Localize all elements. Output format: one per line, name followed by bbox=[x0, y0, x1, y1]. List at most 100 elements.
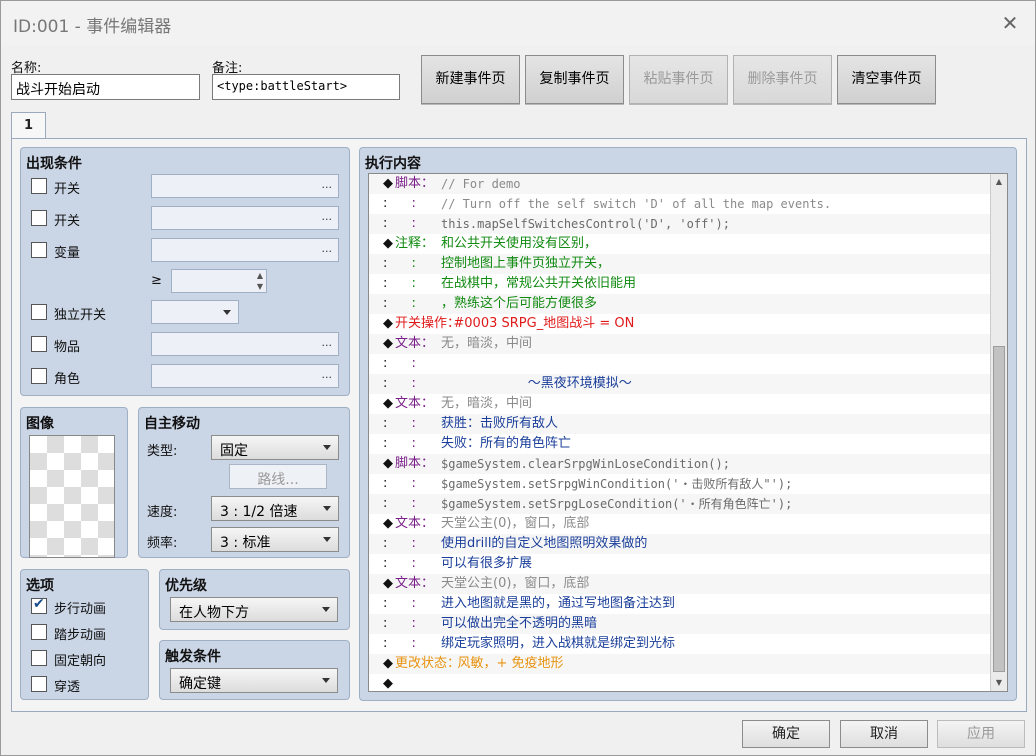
scroll-thumb[interactable] bbox=[993, 346, 1005, 672]
move-speed-dropdown[interactable]: 3 : 1/2 倍速 bbox=[211, 496, 339, 521]
command-line[interactable]: ◆ 文本： 天堂公主(0)，窗口，底部 bbox=[369, 514, 991, 534]
note-input[interactable]: <type:battleStart> bbox=[212, 74, 400, 100]
command-scrollbar[interactable]: ▲ ▼ bbox=[990, 174, 1007, 691]
continuation-marker: : bbox=[383, 476, 388, 491]
command-name: 脚本： bbox=[395, 176, 435, 191]
command-list[interactable]: ◆ 脚本：// For demo: :// Turn off the self s… bbox=[368, 173, 1008, 692]
variable-checkbox[interactable] bbox=[31, 242, 47, 258]
self-switch-checkbox[interactable] bbox=[31, 304, 47, 320]
scroll-down-icon[interactable]: ▼ bbox=[991, 675, 1007, 691]
diamond-icon: ◆ bbox=[383, 516, 393, 531]
command-line[interactable]: : : 可以有很多扩展 bbox=[369, 554, 991, 574]
copy-page-button[interactable]: 复制事件页 bbox=[525, 55, 624, 104]
name-input[interactable]: 战斗开始启动 bbox=[11, 74, 200, 100]
command-line[interactable]: ◆ 脚本： // For demo bbox=[369, 174, 991, 194]
command-line[interactable]: : : 在战棋中，常规公共开关依旧能用 bbox=[369, 274, 991, 294]
diamond-icon: ◆ bbox=[383, 576, 393, 591]
stepping-anim-label: 踏步动画 bbox=[54, 628, 107, 643]
variable-value-stepper[interactable]: ▲ ▼ bbox=[171, 269, 267, 293]
command-line[interactable]: ◆ bbox=[369, 674, 991, 691]
options-title: 选项 bbox=[26, 578, 54, 594]
chevron-down-icon bbox=[323, 506, 331, 511]
command-params: $gameSystem.setSrpgLoseCondition('・所有角色阵… bbox=[441, 497, 793, 511]
command-line[interactable]: : : // Turn off the self switch 'D' of al… bbox=[369, 194, 991, 214]
new-page-button[interactable]: 新建事件页 bbox=[421, 55, 520, 104]
command-name: : bbox=[395, 416, 416, 431]
self-switch-select[interactable] bbox=[151, 300, 239, 324]
command-params: // Turn off the self switch 'D' of all t… bbox=[441, 197, 832, 211]
command-params: 天堂公主(0)，窗口，底部 bbox=[441, 516, 590, 531]
command-params: this.mapSelfSwitchesControl('D', 'off'); bbox=[441, 217, 730, 231]
command-line[interactable]: : : 失败：所有的角色阵亡 bbox=[369, 434, 991, 454]
diamond-icon: ◆ bbox=[383, 236, 393, 251]
command-line[interactable]: : : ～黑夜环境模拟～ bbox=[369, 374, 991, 394]
switch1-checkbox[interactable] bbox=[31, 178, 47, 194]
ok-button[interactable]: 确定 bbox=[742, 720, 830, 748]
title-bar: ID:001 - 事件编辑器 ✕ bbox=[1, 1, 1035, 45]
clear-page-button[interactable]: 清空事件页 bbox=[837, 55, 936, 104]
walking-anim-checkbox[interactable]: ✔ bbox=[31, 596, 47, 614]
command-line[interactable]: : : 进入地图就是黑的，通过写地图备注达到 bbox=[369, 594, 991, 614]
command-name: : bbox=[395, 276, 416, 291]
diamond-icon: ◆ bbox=[383, 336, 393, 351]
switch2-select[interactable]: ... bbox=[151, 206, 339, 230]
diamond-icon: ◆ bbox=[383, 396, 393, 411]
route-button[interactable]: 路线... bbox=[229, 464, 327, 489]
stepping-anim-checkbox[interactable] bbox=[31, 624, 47, 640]
command-line[interactable]: : : 使用drill的自定义地图照明效果做的 bbox=[369, 534, 991, 554]
item-select[interactable]: ... bbox=[151, 332, 339, 356]
continuation-marker: : bbox=[383, 636, 388, 651]
continuation-marker: : bbox=[383, 416, 388, 431]
switch1-select[interactable]: ... bbox=[151, 174, 339, 198]
command-name: : bbox=[395, 376, 416, 391]
move-freq-dropdown[interactable]: 3 : 标准 bbox=[211, 527, 339, 552]
delete-page-button[interactable]: 删除事件页 bbox=[733, 55, 832, 104]
gte-label: ≥ bbox=[151, 273, 162, 288]
command-line[interactable]: : : ，熟练这个后可能方便很多 bbox=[369, 294, 991, 314]
walking-anim-label: 步行动画 bbox=[54, 602, 107, 617]
command-line[interactable]: : : bbox=[369, 354, 991, 374]
apply-button[interactable]: 应用 bbox=[937, 720, 1025, 748]
through-checkbox[interactable] bbox=[31, 676, 47, 692]
command-line[interactable]: ◆ 更改状态： 风敏，+ 免疫地形 bbox=[369, 654, 991, 674]
command-line[interactable]: ◆ 文本： 天堂公主(0)，窗口，底部 bbox=[369, 574, 991, 594]
command-params: 天堂公主(0)，窗口，底部 bbox=[441, 576, 590, 591]
continuation-marker: : bbox=[383, 616, 388, 631]
command-line[interactable]: ◆ 开关操作： #0003 SRPG_地图战斗 = ON bbox=[369, 314, 991, 334]
trigger-dropdown[interactable]: 确定键 bbox=[170, 668, 338, 693]
cancel-button[interactable]: 取消 bbox=[840, 720, 928, 748]
priority-value: 在人物下方 bbox=[179, 605, 249, 621]
actor-select[interactable]: ... bbox=[151, 364, 339, 388]
move-type-dropdown[interactable]: 固定 bbox=[211, 435, 339, 460]
command-line[interactable]: : : 获胜：击败所有敌人 bbox=[369, 414, 991, 434]
check-icon: ✔ bbox=[33, 596, 45, 612]
command-line[interactable]: ◆ 文本： 无，暗淡，中间 bbox=[369, 334, 991, 354]
close-icon[interactable]: ✕ bbox=[995, 9, 1025, 37]
actor-label: 角色 bbox=[54, 372, 81, 387]
diamond-icon: ◆ bbox=[383, 316, 393, 331]
image-preview[interactable] bbox=[29, 435, 115, 558]
command-line[interactable]: : : this.mapSelfSwitchesControl('D', 'off… bbox=[369, 214, 991, 234]
continuation-marker: : bbox=[383, 276, 388, 291]
switch2-checkbox[interactable] bbox=[31, 210, 47, 226]
scroll-up-icon[interactable]: ▲ bbox=[991, 174, 1007, 190]
command-name: : bbox=[395, 476, 416, 491]
command-line[interactable]: : : 绑定玩家照明，进入战棋就是绑定到光标 bbox=[369, 634, 991, 654]
direction-fix-checkbox[interactable] bbox=[31, 650, 47, 666]
command-line[interactable]: ◆ 脚本： $gameSystem.clearSrpgWinLoseConditio… bbox=[369, 454, 991, 474]
actor-checkbox[interactable] bbox=[31, 368, 47, 384]
movement-group: 自主移动 类型: 固定 路线... 速度: 3 : 1/2 倍速 频率: 3 :… bbox=[138, 407, 350, 558]
tab-page-1[interactable]: 1 bbox=[11, 112, 46, 139]
trigger-title: 触发条件 bbox=[165, 649, 221, 665]
command-line[interactable]: : : $gameSystem.setSrpgLoseCondition('・所有… bbox=[369, 494, 991, 514]
command-line[interactable]: : : 可以做出完全不透明的黑暗 bbox=[369, 614, 991, 634]
command-line[interactable]: : : 控制地图上事件页独立开关， bbox=[369, 254, 991, 274]
priority-dropdown[interactable]: 在人物下方 bbox=[170, 597, 338, 622]
variable-select[interactable]: ... bbox=[151, 238, 339, 262]
command-line[interactable]: : : $gameSystem.setSrpgWinCondition('・击败所… bbox=[369, 474, 991, 494]
command-line[interactable]: ◆ 注释： 和公共开关使用没有区别， bbox=[369, 234, 991, 254]
command-name: 文本： bbox=[395, 336, 435, 351]
paste-page-button[interactable]: 粘贴事件页 bbox=[629, 55, 728, 104]
item-checkbox[interactable] bbox=[31, 336, 47, 352]
command-line[interactable]: ◆ 文本： 无，暗淡，中间 bbox=[369, 394, 991, 414]
